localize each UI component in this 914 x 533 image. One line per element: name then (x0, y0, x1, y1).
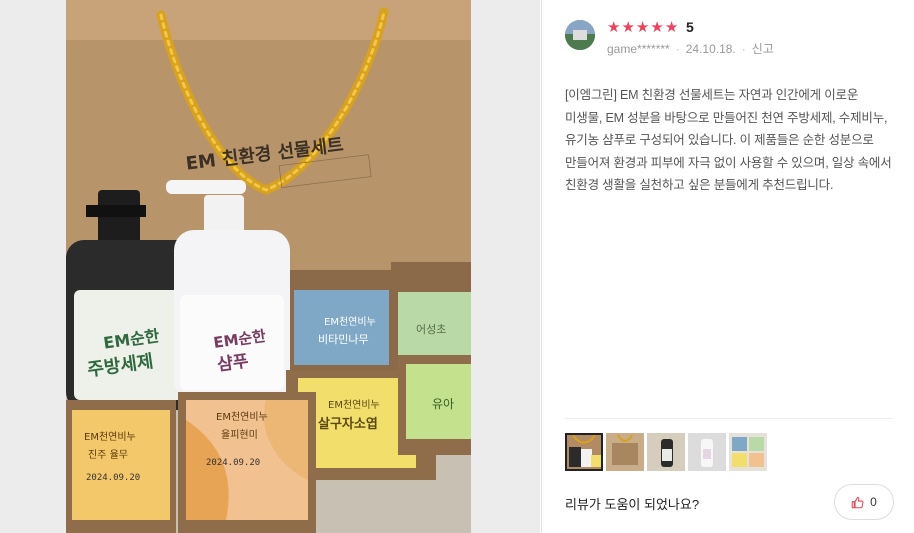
star-icon: ★ (664, 18, 679, 36)
photo-panel: EM 친환경 선물세트 EM천연비누 비타민나무 어성초 EM순한 주방세제 E… (0, 0, 540, 533)
divider (565, 418, 893, 419)
thumbnail-3[interactable] (647, 433, 685, 471)
star-icon: ★ (635, 18, 650, 36)
helpful-question: 리뷰가 도움이 되었나요? (565, 497, 700, 512)
review-photo[interactable]: EM 친환경 선물세트 EM천연비누 비타민나무 어성초 EM순한 주방세제 E… (66, 0, 471, 533)
reviewer-name: game******* (607, 42, 670, 56)
svg-text:EM천연비누: EM천연비누 (324, 316, 376, 328)
thumbs-up-icon (851, 496, 864, 508)
thumbnail-4[interactable] (688, 433, 726, 471)
svg-text:2024.09.20: 2024.09.20 (206, 458, 260, 468)
svg-text:율피현미: 율피현미 (221, 429, 258, 441)
helpful-like-button[interactable]: 0 (834, 484, 894, 520)
separator-dot: · (675, 42, 680, 56)
star-icon: ★ (650, 18, 664, 36)
review-viewer: EM 친환경 선물세트 EM천연비누 비타민나무 어성초 EM순한 주방세제 E… (0, 0, 914, 533)
star-icon: ★ (621, 18, 635, 36)
svg-text:살구자소엽: 살구자소엽 (318, 416, 378, 432)
thumbnail-5[interactable] (729, 433, 767, 471)
svg-text:어성초: 어성초 (416, 323, 446, 336)
star-icon: ★ (607, 18, 621, 36)
svg-text:진주 율무: 진주 율무 (88, 449, 128, 461)
thumbnail-2[interactable] (606, 433, 644, 471)
photo-thumbnails (565, 433, 767, 471)
separator-dot: · (741, 42, 746, 56)
rating-stars: ★ ★ ★ ★ ★ (607, 19, 678, 36)
helpful-count: 0 (870, 495, 877, 509)
svg-text:2024.09.20: 2024.09.20 (86, 473, 140, 483)
svg-text:EM천연비누: EM천연비누 (84, 431, 136, 443)
review-body: [이엠그린] EM 친환경 선물세트는 자연과 인간에게 이로운 미생물, EM… (565, 88, 892, 192)
svg-text:EM천연비누: EM천연비누 (328, 399, 380, 411)
thumbnail-1[interactable] (565, 433, 603, 471)
report-link[interactable]: 신고 (752, 42, 774, 56)
review-meta: game******* · 24.10.18. · 신고 (607, 40, 774, 57)
review-panel: ★ ★ ★ ★ ★ 5 game******* · 24.10.18. · 신고 [이엠그린] … (541, 0, 914, 533)
svg-text:비타민나무: 비타민나무 (318, 333, 369, 346)
rating-score: 5 (686, 19, 694, 35)
svg-text:유아: 유아 (432, 397, 454, 411)
review-date: 24.10.18. (685, 42, 736, 56)
svg-text:EM천연비누: EM천연비누 (216, 411, 268, 423)
reviewer-avatar[interactable] (565, 20, 595, 50)
